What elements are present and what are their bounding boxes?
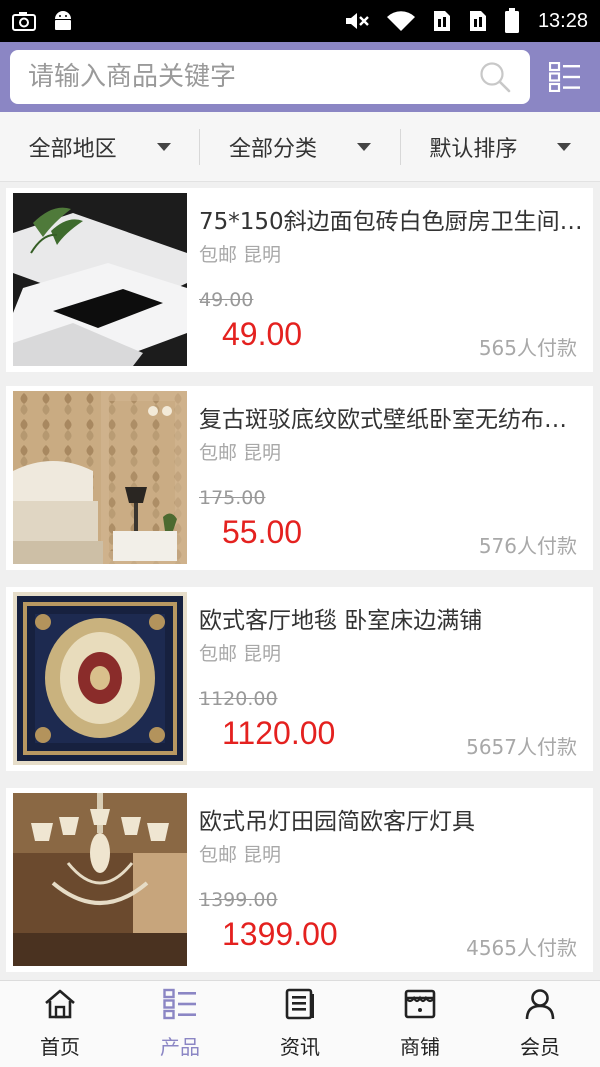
product-shipping-location: 包邮 昆明: [199, 442, 282, 464]
sim1-icon: [432, 9, 452, 33]
tab-news[interactable]: 资讯: [240, 981, 360, 1067]
product-image-wallpaper: [13, 391, 187, 564]
filter-category[interactable]: 全部分类: [200, 128, 401, 165]
product-original-price: 1120.00: [199, 688, 278, 710]
tab-stores-label: 商铺: [400, 1035, 440, 1059]
product-card[interactable]: 复古斑驳底纹欧式壁纸卧室无纺布墙纸 包邮 昆明 175.00 55.00 576…: [6, 386, 593, 570]
product-original-price: 49.00: [199, 289, 254, 311]
product-title: 复古斑驳底纹欧式壁纸卧室无纺布墙纸: [199, 407, 584, 433]
mute-icon: [344, 10, 370, 32]
product-title: 欧式客厅地毯 卧室床边满铺: [199, 608, 483, 634]
news-icon: [284, 988, 316, 1025]
battery-icon: [504, 8, 520, 34]
product-sales-count: 5657人付款: [466, 735, 577, 759]
tab-home[interactable]: 首页: [0, 981, 120, 1067]
category-menu-icon[interactable]: [540, 50, 590, 104]
search-input[interactable]: [28, 62, 478, 92]
product-sales-count: 565人付款: [478, 336, 577, 360]
bottom-nav: 首页 产品 资讯 商铺 会员: [0, 980, 600, 1067]
filter-sort-label: 默认排序: [429, 136, 518, 162]
filter-region-label: 全部地区: [28, 136, 117, 162]
search-icon[interactable]: [478, 60, 512, 94]
chevron-down-icon: [357, 142, 371, 151]
chevron-down-icon: [156, 142, 171, 151]
android-icon: [52, 10, 74, 32]
product-sales-count: 4565人付款: [466, 936, 577, 960]
tab-home-label: 首页: [40, 1035, 80, 1059]
chevron-down-icon: [557, 142, 572, 151]
tab-products-label: 产品: [160, 1035, 200, 1059]
tab-stores[interactable]: 商铺: [360, 981, 480, 1067]
product-price: 49.00: [222, 316, 303, 352]
tab-news-label: 资讯: [280, 1035, 320, 1059]
sim2-icon: [468, 9, 488, 33]
tab-member[interactable]: 会员: [480, 981, 600, 1067]
list-icon: [163, 988, 197, 1025]
product-card[interactable]: 欧式吊灯田园简欧客厅灯具 包邮 昆明 1399.00 1399.00 4565人…: [6, 788, 593, 972]
product-price: 55.00: [222, 514, 303, 550]
store-icon: [403, 988, 437, 1025]
filter-bar: 全部地区 全部分类 默认排序: [0, 112, 600, 182]
clock: 13:28: [537, 9, 588, 32]
search-header: [0, 42, 600, 112]
product-sales-count: 576人付款: [478, 534, 577, 558]
product-title: 欧式吊灯田园简欧客厅灯具: [199, 809, 475, 835]
product-original-price: 1399.00: [199, 889, 278, 911]
search-box[interactable]: [10, 50, 530, 104]
status-bar: 13:28: [0, 0, 600, 42]
product-shipping-location: 包邮 昆明: [199, 244, 282, 266]
product-title: 75*150斜边面包砖白色厨房卫生间墙砖: [199, 209, 584, 235]
product-image-rug: [13, 592, 187, 765]
product-card[interactable]: 75*150斜边面包砖白色厨房卫生间墙砖 包邮 昆明 49.00 49.00 5…: [6, 188, 593, 372]
product-price: 1120.00: [222, 715, 336, 751]
tab-products[interactable]: 产品: [120, 981, 240, 1067]
tab-member-label: 会员: [520, 1035, 560, 1059]
home-icon: [43, 988, 77, 1025]
product-image-chandelier: [13, 793, 187, 966]
filter-sort[interactable]: 默认排序: [401, 129, 600, 165]
filter-region[interactable]: 全部地区: [0, 128, 201, 165]
screenshot-icon: [12, 11, 36, 31]
product-shipping-location: 包邮 昆明: [199, 844, 282, 866]
product-original-price: 175.00: [199, 487, 266, 509]
product-image-tiles: [13, 193, 187, 366]
filter-category-label: 全部分类: [228, 136, 317, 162]
wifi-icon: [386, 10, 416, 32]
product-shipping-location: 包邮 昆明: [199, 643, 282, 665]
product-card[interactable]: 欧式客厅地毯 卧室床边满铺 包邮 昆明 1120.00 1120.00 5657…: [6, 587, 593, 771]
user-icon: [524, 988, 556, 1025]
product-price: 1399.00: [222, 916, 338, 952]
